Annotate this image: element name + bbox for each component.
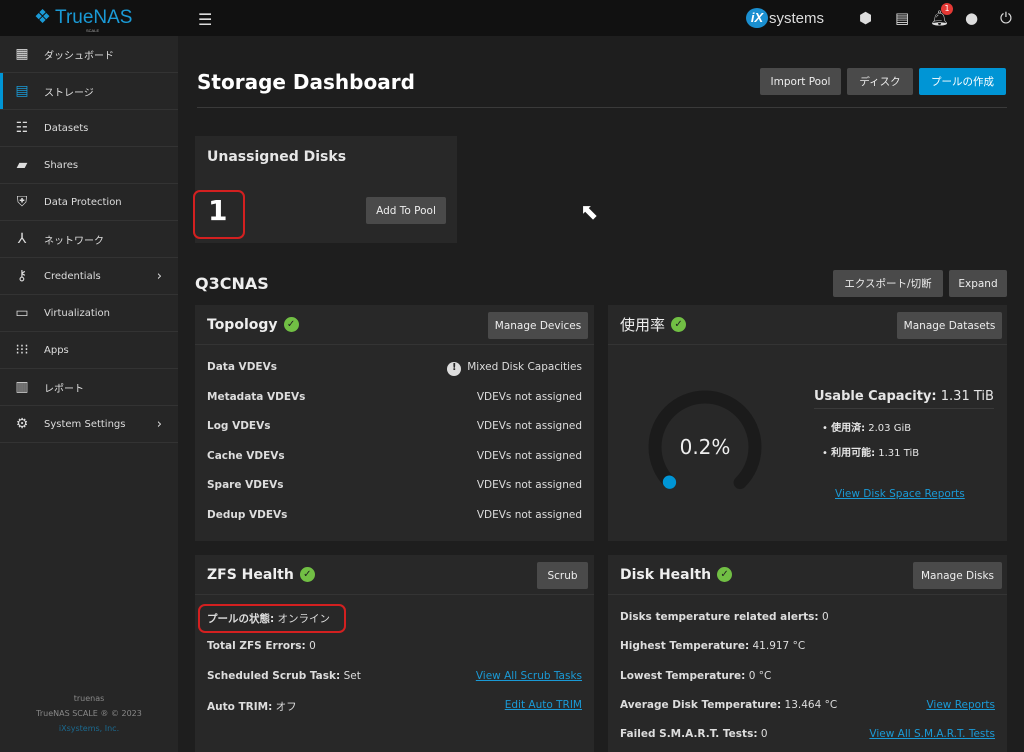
topology-row: Data VDEVs! Mixed Disk Capacities (207, 361, 582, 376)
topology-row: Cache VDEVs VDEVs not assigned (207, 449, 582, 462)
key-icon: ⚷ (16, 268, 28, 284)
highlight-box (193, 190, 245, 239)
disk-row: Highest Temperature: 41.917 °C (620, 640, 806, 653)
menu-toggle-icon[interactable]: ☰ (198, 10, 212, 29)
disk-row: Failed S.M.A.R.T. Tests: 0 View All S.M.A… (620, 728, 995, 741)
zfs-health-title: ZFS Health (207, 566, 294, 583)
sidebar-item[interactable]: ⚷ Credentials › (0, 258, 178, 295)
sidebar-item[interactable]: ☷ Datasets (0, 110, 178, 147)
import-pool-button[interactable]: Import Pool (760, 68, 841, 95)
power-icon[interactable]: ⏻ (1000, 9, 1012, 27)
topology-row: Metadata VDEVs VDEVs not assigned (207, 390, 582, 403)
warning-icon: ! (447, 362, 462, 376)
check-circle-icon: ✓ (671, 317, 687, 332)
truenas-logo[interactable]: ❖ TrueNAS SCALE (34, 6, 132, 34)
create-pool-button[interactable]: プールの作成 (919, 68, 1006, 95)
highlight-box (198, 604, 346, 633)
used-space: • 使用済: 2.03 GiB (822, 423, 912, 434)
available-space: • 利用可能: 1.31 TiB (822, 448, 920, 459)
topology-row: Spare VDEVs VDEVs not assigned (207, 479, 582, 491)
hostname: truenas (73, 694, 105, 703)
usage-title: 使用率 (620, 316, 666, 334)
gear-icon: ⚙ (15, 416, 29, 432)
manage-datasets-button[interactable]: Manage Datasets (897, 312, 1002, 339)
disk-health-title: Disk Health (620, 566, 712, 583)
datasets-icon: ☷ (15, 120, 29, 136)
dashboard-icon: ▦ (15, 46, 29, 62)
apps-icon: ⁝⁝⁝ (15, 342, 29, 358)
view-disk-space-reports-link[interactable]: View Disk Space Reports (835, 488, 965, 500)
add-to-pool-button[interactable]: Add To Pool (366, 197, 446, 224)
disk-row: Average Disk Temperature: 13.464 °C View … (620, 698, 995, 711)
export-disconnect-button[interactable]: エクスポート/切断 (833, 270, 943, 297)
chevron-right-icon: › (156, 416, 162, 432)
row-link[interactable]: View Reports (926, 699, 995, 711)
usage-percent: 0.2% (679, 435, 731, 459)
clipboard-icon[interactable]: ▤ (895, 9, 909, 27)
network-icon: ⅄ (17, 231, 27, 247)
page-title: Storage Dashboard (197, 70, 415, 94)
chevron-right-icon: › (156, 268, 162, 284)
usable-capacity: Usable Capacity: 1.31 TiB (814, 389, 994, 409)
sidebar-item[interactable]: ▤ ストレージ (0, 73, 178, 110)
sidebar-item[interactable]: ⁝⁝⁝ Apps (0, 332, 178, 369)
truecommand-icon[interactable]: ⬢ (859, 9, 872, 27)
sidebar-item[interactable]: ⅄ ネットワーク (0, 221, 178, 258)
sidebar-item[interactable]: ⚙ System Settings › (0, 406, 178, 443)
manage-devices-button[interactable]: Manage Devices (488, 312, 588, 339)
topology-row: Dedup VDEVs VDEVs not assigned (207, 508, 582, 521)
expand-button[interactable]: Expand (949, 270, 1007, 297)
check-circle-icon: ✓ (717, 567, 733, 582)
check-circle-icon: ✓ (283, 317, 299, 332)
top-bar: ❖ TrueNAS SCALE ☰ iX systems ⬢ ▤ 🔔︎ 1 ● ⏻ (0, 0, 1024, 36)
check-circle-icon: ✓ (299, 567, 315, 582)
zfs-row: Total ZFS Errors: 0 (207, 640, 316, 653)
notification-badge: 1 (941, 3, 953, 15)
zfs-health-card: ZFS Health ✓ Scrub プールの状態: オンライン Total ZFS… (195, 555, 594, 752)
divider (197, 107, 1007, 108)
topology-title: Topology (207, 316, 278, 333)
storage-icon: ▤ (15, 83, 29, 99)
sidebar-item[interactable]: ▰ Shares (0, 147, 178, 184)
row-link[interactable]: View All S.M.A.R.T. Tests (869, 728, 995, 740)
scrub-button[interactable]: Scrub (537, 562, 588, 589)
sidebar-item[interactable]: ▭ Virtualization (0, 295, 178, 332)
shield-icon: ⛨ (16, 194, 28, 210)
usage-card: 使用率 ✓ Manage Datasets 0.2% Usable Capacit… (608, 305, 1007, 541)
topology-row: Log VDEVs VDEVs not assigned (207, 420, 582, 432)
laptop-icon: ▭ (15, 305, 29, 321)
reports-icon: ▥ (15, 379, 29, 395)
unassigned-title: Unassigned Disks (207, 149, 347, 165)
disk-row: Lowest Temperature: 0 °C (620, 669, 772, 682)
zfs-row: Scheduled Scrub Task: Set View All Scrub … (207, 669, 582, 682)
disk-health-card: Disk Health ✓ Manage Disks Disks temperat… (608, 555, 1007, 752)
sidebar-item[interactable]: ▦ ダッシュボード (0, 36, 178, 73)
zfs-row: Auto TRIM: オフ Edit Auto TRIM (207, 698, 582, 714)
sidebar-item[interactable]: ⛨ Data Protection (0, 184, 178, 221)
ixsystems-logo[interactable]: iX systems (746, 8, 824, 28)
row-link[interactable]: Edit Auto TRIM (505, 699, 582, 714)
disks-button[interactable]: ディスク (847, 68, 913, 95)
truenas-logo-icon: ❖ (34, 7, 52, 28)
company-link[interactable]: iXsystems, Inc. (0, 721, 178, 736)
topology-card: Topology ✓ Manage Devices Data VDEVs! Mixe… (195, 305, 594, 541)
disk-row: Disks temperature related alerts: 0 (620, 611, 829, 623)
sidebar-item[interactable]: ▥ レポート (0, 369, 178, 406)
copyright: TrueNAS SCALE ® © 2023 (36, 709, 142, 718)
manage-disks-button[interactable]: Manage Disks (913, 562, 1002, 589)
mouse-cursor: ⬉ (580, 200, 599, 225)
account-icon[interactable]: ● (965, 9, 978, 27)
sidebar: ▦ ダッシュボード ▤ ストレージ ☷ Datasets ▰ Shares ⛨ Data Prot… (0, 36, 178, 752)
pool-name: Q3CNAS (195, 274, 269, 293)
row-link[interactable]: View All Scrub Tasks (476, 670, 582, 682)
shares-icon: ▰ (16, 157, 28, 173)
